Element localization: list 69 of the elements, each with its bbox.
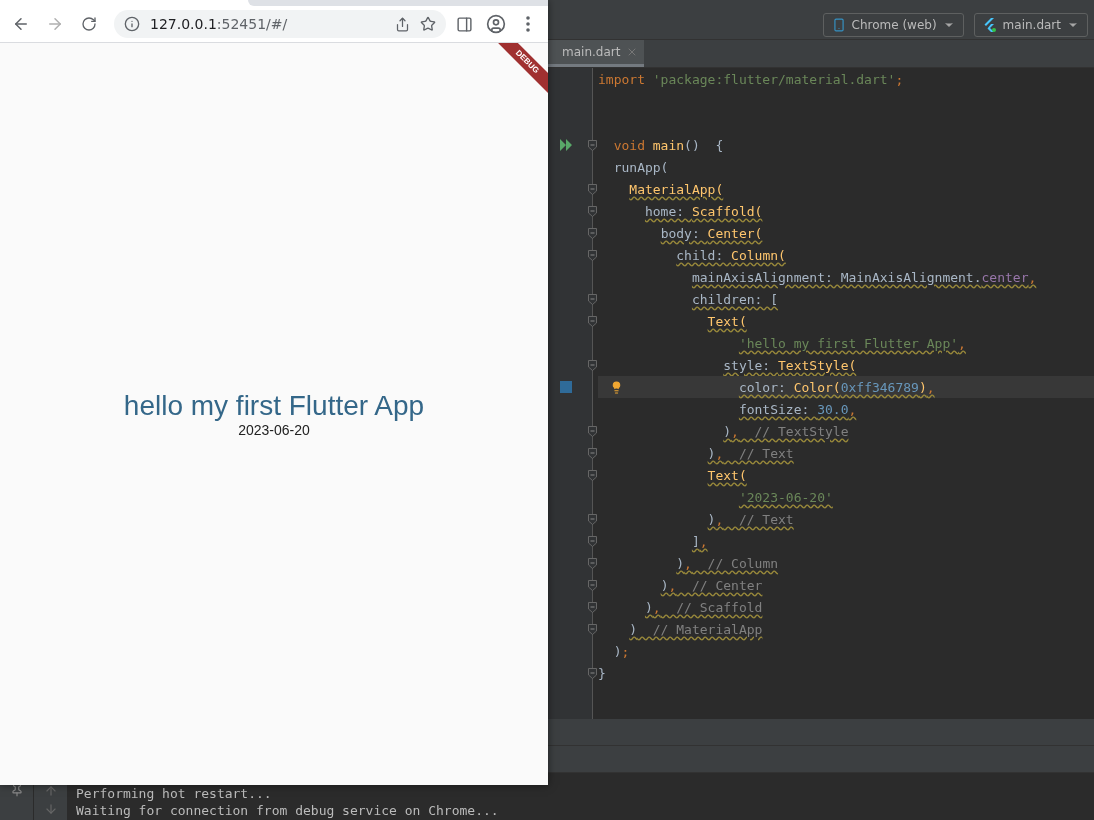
code-line: ) // MaterialApp bbox=[629, 621, 763, 639]
code-line: ), // TextStyle bbox=[723, 423, 849, 441]
back-icon bbox=[12, 15, 30, 33]
up-arrow-icon[interactable] bbox=[43, 783, 58, 798]
code-line: body: Center( bbox=[660, 225, 763, 243]
user-icon bbox=[486, 14, 506, 34]
fold-icon[interactable] bbox=[588, 205, 597, 217]
color-swatch[interactable] bbox=[560, 381, 572, 393]
menu-icon bbox=[526, 16, 530, 32]
side-panel-icon bbox=[455, 15, 473, 33]
phone-icon bbox=[831, 17, 846, 32]
fold-icon[interactable] bbox=[588, 139, 597, 151]
editor-tab[interactable]: main.dart bbox=[548, 40, 645, 67]
fold-icon[interactable] bbox=[588, 601, 597, 613]
fold-icon[interactable] bbox=[588, 359, 597, 371]
code-line: '2023-06-20' bbox=[738, 489, 833, 507]
code-line: import 'package:flutter/material.dart'; bbox=[598, 71, 904, 89]
flutter-icon bbox=[982, 17, 997, 32]
code-line: void main() { bbox=[613, 137, 724, 155]
fold-icon[interactable] bbox=[588, 447, 597, 459]
code-line: ); bbox=[613, 643, 630, 661]
console-line: Waiting for connection from debug service on Chrome... bbox=[76, 802, 499, 819]
star-icon[interactable] bbox=[420, 16, 436, 32]
fold-icon[interactable] bbox=[588, 557, 597, 569]
code-line: ), // Text bbox=[707, 511, 794, 529]
code-line: ), // Scaffold bbox=[644, 599, 763, 617]
code-line: runApp( bbox=[613, 159, 669, 177]
code-line: ), // Text bbox=[707, 445, 794, 463]
address-bar[interactable]: 127.0.0.1:52451/#/ bbox=[114, 10, 446, 38]
code-line: ), // Center bbox=[660, 577, 763, 595]
url-text: 127.0.0.1:52451/#/ bbox=[150, 16, 289, 32]
fold-icon[interactable] bbox=[588, 535, 597, 547]
fold-icon[interactable] bbox=[588, 183, 597, 195]
forward-icon bbox=[46, 15, 64, 33]
fold-icon[interactable] bbox=[588, 249, 597, 261]
fold-icon[interactable] bbox=[588, 579, 597, 591]
code-line: home: Scaffold( bbox=[644, 203, 763, 221]
console-line: Performing hot restart... bbox=[76, 785, 273, 802]
info-icon[interactable] bbox=[124, 16, 140, 32]
fold-icon[interactable] bbox=[588, 293, 597, 305]
run-icon[interactable] bbox=[560, 139, 574, 151]
code-line: child: Column( bbox=[676, 247, 786, 265]
bulb-icon[interactable] bbox=[610, 380, 623, 394]
fold-icon[interactable] bbox=[588, 227, 597, 239]
pin-icon[interactable] bbox=[9, 783, 24, 797]
reload-icon bbox=[81, 16, 97, 32]
code-line: color: Color(0xff346789), bbox=[738, 379, 935, 397]
fold-icon[interactable] bbox=[588, 315, 597, 327]
date-text: 2023-06-20 bbox=[238, 422, 310, 438]
fold-icon[interactable] bbox=[588, 667, 597, 679]
code-line: fontSize: 30.0, bbox=[738, 401, 857, 419]
code-line: 'hello my first Flutter App', bbox=[738, 335, 966, 353]
code-line: Text( bbox=[707, 313, 747, 331]
code-line: MaterialApp( bbox=[629, 181, 724, 199]
code-line: mainAxisAlignment: MainAxisAlignment.center, bbox=[691, 269, 1037, 287]
fold-icon[interactable] bbox=[588, 513, 597, 525]
share-icon[interactable] bbox=[395, 16, 410, 32]
code-line: children: [ bbox=[691, 291, 778, 309]
code-line: ), // Column bbox=[676, 555, 779, 573]
code-line: ], bbox=[691, 533, 708, 551]
code-line: style: TextStyle( bbox=[723, 357, 857, 375]
code-line: Text( bbox=[707, 467, 747, 485]
run-config-dropdown[interactable]: main.dart bbox=[973, 12, 1088, 37]
fold-icon[interactable] bbox=[588, 425, 597, 437]
fold-icon[interactable] bbox=[588, 623, 597, 635]
device-dropdown[interactable]: Chrome (web) bbox=[822, 12, 964, 37]
code-line: } bbox=[598, 665, 606, 683]
fold-icon[interactable] bbox=[588, 469, 597, 481]
app-title: hello my first Flutter App bbox=[123, 390, 425, 422]
